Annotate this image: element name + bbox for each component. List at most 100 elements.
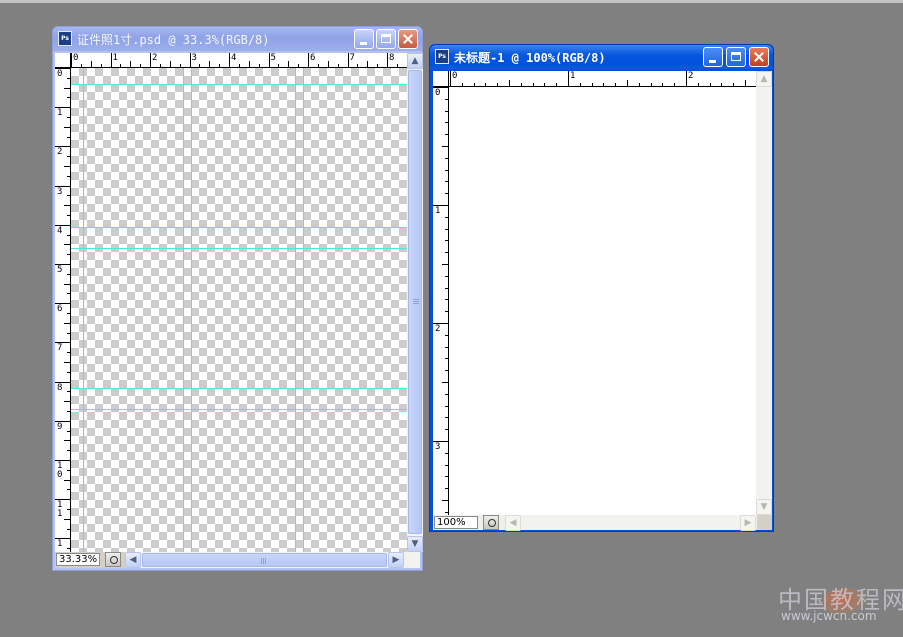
ruler-tick xyxy=(442,500,448,501)
ruler-tick xyxy=(288,61,290,67)
maximize-button[interactable] xyxy=(376,29,396,49)
ruler-tick xyxy=(67,332,70,334)
status-bar: 100% xyxy=(433,515,505,530)
horizontal-scrollbar[interactable]: ◀ ▶ xyxy=(125,552,420,568)
ruler-tick xyxy=(100,64,102,67)
ruler-label: 1 xyxy=(57,539,63,550)
scroll-down-button[interactable]: ▼ xyxy=(407,536,423,552)
desktop-top-edge xyxy=(0,0,903,3)
ruler-tick xyxy=(64,479,70,481)
scroll-left-button[interactable]: ◀ xyxy=(505,515,521,531)
scroll-up-button[interactable]: ▲ xyxy=(407,53,423,69)
guide-vertical[interactable] xyxy=(295,68,296,552)
minimize-button[interactable] xyxy=(354,29,374,49)
ruler-tick xyxy=(308,53,309,67)
ruler-tick xyxy=(445,240,448,242)
guide-horizontal[interactable] xyxy=(71,227,407,228)
document-client-area: 0 1 2 0 1 2 3 ▲ ▼ 100% ◀ ▶ xyxy=(433,71,772,531)
ruler-label: 5 xyxy=(57,265,63,275)
guide-horizontal[interactable] xyxy=(71,388,407,389)
ruler-tick xyxy=(67,175,70,177)
ruler-tick xyxy=(67,430,70,432)
scroll-left-button[interactable]: ◀ xyxy=(125,552,141,568)
vertical-scrollbar[interactable]: ▲ ▼ xyxy=(407,53,423,552)
horizontal-ruler[interactable]: 0 1 2 xyxy=(449,71,756,87)
ruler-tick xyxy=(67,528,70,530)
ruler-tick xyxy=(445,417,448,419)
vertical-scroll-thumb[interactable] xyxy=(408,70,422,534)
ruler-tick xyxy=(209,61,211,67)
horizontal-ruler[interactable]: 0 1 2 3 4 5 6 7 8 xyxy=(71,53,407,68)
arrow-up-icon: ▲ xyxy=(760,74,768,84)
ruler-tick xyxy=(219,64,221,67)
ruler-origin[interactable] xyxy=(433,71,449,87)
arrow-left-icon: ◀ xyxy=(509,518,517,528)
document-window-id-photo[interactable]: Ps 证件照1寸.psd @ 33.3%(RGB/8) 0 1 2 3 4 5 6 7 8 0 1… xyxy=(52,26,423,571)
ruler-label: 0 xyxy=(57,69,63,79)
window-titlebar[interactable]: Ps 未标题-1 @ 100%(RGB/8) xyxy=(430,45,773,69)
white-canvas[interactable] xyxy=(449,87,756,515)
ruler-tick xyxy=(445,346,448,348)
ruler-tick xyxy=(64,87,70,89)
ruler-tick xyxy=(442,146,448,147)
ruler-tick xyxy=(674,83,676,86)
vertical-ruler[interactable]: 0 1 2 3 xyxy=(433,87,449,515)
ruler-tick xyxy=(445,393,448,395)
ruler-tick xyxy=(520,83,522,86)
scroll-right-button[interactable]: ▶ xyxy=(388,552,404,568)
status-info-icon[interactable] xyxy=(483,515,499,530)
minimize-button[interactable] xyxy=(703,47,723,67)
ruler-tick xyxy=(485,83,487,86)
document-window-untitled[interactable]: Ps 未标题-1 @ 100%(RGB/8) 0 1 2 0 1 2 3 ▲ ▼ 100%… xyxy=(429,44,774,532)
ruler-tick xyxy=(445,122,448,124)
guide-vertical[interactable] xyxy=(191,68,192,552)
ruler-label: 0 xyxy=(435,88,441,98)
scroll-right-button[interactable]: ▶ xyxy=(740,515,756,531)
arrow-up-icon: ▲ xyxy=(411,56,419,66)
zoom-level-field[interactable]: 33.33% xyxy=(56,553,100,566)
maximize-button[interactable] xyxy=(726,47,746,67)
horizontal-scroll-thumb[interactable] xyxy=(142,553,387,567)
vertical-ruler[interactable]: 0 1 2 3 4 5 6 7 8 9 1 0 1 1 1 xyxy=(55,68,71,552)
ruler-tick xyxy=(445,98,448,100)
arrow-right-icon: ▶ xyxy=(744,518,752,528)
ruler-tick xyxy=(733,83,735,86)
photoshop-doc-icon[interactable]: Ps xyxy=(58,31,72,46)
ruler-tick xyxy=(67,77,70,79)
ruler-tick xyxy=(67,391,70,393)
ruler-tick xyxy=(67,117,70,118)
ruler-tick xyxy=(532,83,534,86)
resize-grip[interactable] xyxy=(757,515,772,530)
ruler-tick xyxy=(445,299,448,301)
ruler-tick xyxy=(591,83,593,86)
guide-horizontal[interactable] xyxy=(71,84,407,85)
vertical-scrollbar[interactable]: ▲ ▼ xyxy=(756,71,772,515)
ruler-tick xyxy=(64,401,70,403)
close-button[interactable] xyxy=(749,47,769,67)
guide-horizontal[interactable] xyxy=(71,248,407,249)
ruler-label: 2 xyxy=(435,324,441,334)
ruler-tick xyxy=(317,64,319,67)
ruler-tick xyxy=(445,228,448,230)
zoom-level-field[interactable]: 100% xyxy=(434,516,478,529)
guide-vertical[interactable] xyxy=(183,68,184,552)
status-info-icon[interactable] xyxy=(105,552,121,567)
ruler-origin[interactable] xyxy=(55,53,71,68)
ruler-tick xyxy=(67,215,70,216)
close-button[interactable] xyxy=(398,29,418,49)
ruler-label: 3 xyxy=(435,442,441,452)
horizontal-scrollbar[interactable]: ◀ ▶ xyxy=(505,515,772,531)
guide-vertical[interactable] xyxy=(303,68,304,552)
maximize-icon xyxy=(731,52,741,61)
guide-horizontal[interactable] xyxy=(71,409,407,410)
scroll-down-button[interactable]: ▼ xyxy=(756,499,772,515)
ruler-tick xyxy=(140,64,142,67)
ruler-tick xyxy=(445,287,448,289)
ruler-tick xyxy=(327,61,329,67)
window-titlebar[interactable]: Ps 证件照1寸.psd @ 33.3%(RGB/8) xyxy=(53,27,422,51)
ruler-tick xyxy=(90,61,92,67)
scroll-up-button[interactable]: ▲ xyxy=(756,71,772,87)
photoshop-doc-icon[interactable]: Ps xyxy=(435,49,449,64)
guide-vertical[interactable] xyxy=(83,68,84,552)
transparent-canvas[interactable] xyxy=(71,68,407,552)
